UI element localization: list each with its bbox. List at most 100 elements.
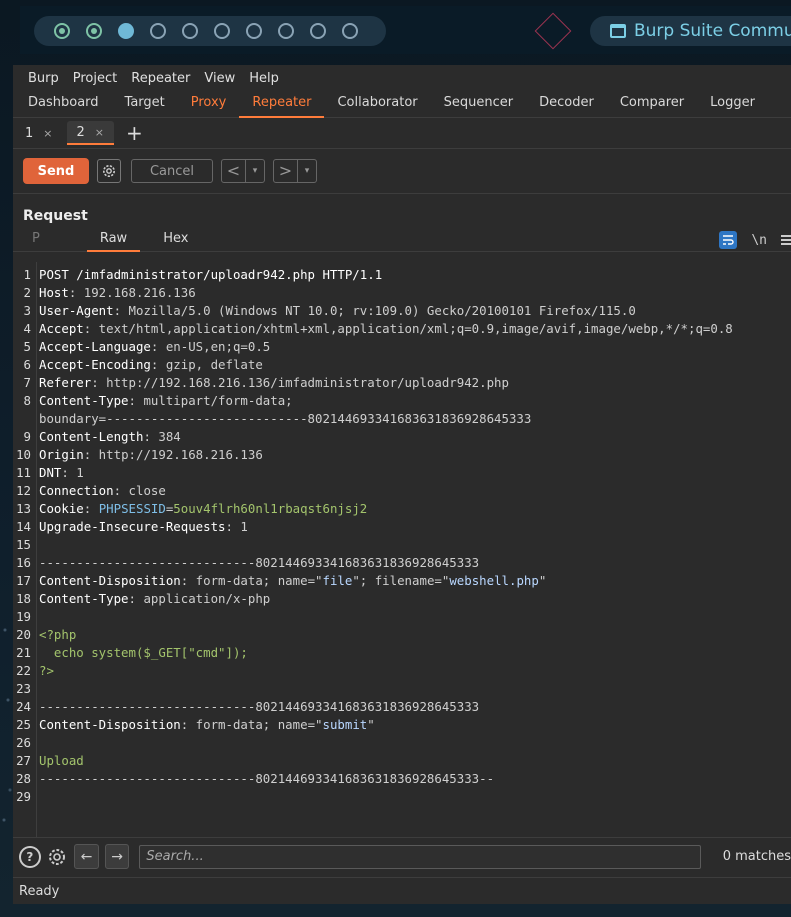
- repeater-tab-1[interactable]: 1 ×: [15, 121, 63, 145]
- workspace-indicator[interactable]: [86, 23, 102, 39]
- code-token: -----------------------------80214469334…: [39, 771, 495, 786]
- code-token: : en-US,en;q=0.5: [150, 339, 271, 354]
- menu-item-burp[interactable]: Burp: [21, 71, 66, 86]
- menu-item-view[interactable]: View: [197, 71, 242, 86]
- request-editor[interactable]: 1 POST /imfadministrator/uploadr942.php H…: [13, 262, 791, 837]
- cancel-button[interactable]: Cancel: [131, 159, 213, 183]
- search-input[interactable]: [146, 849, 700, 864]
- tab-logger[interactable]: Logger: [697, 91, 768, 117]
- search-settings-button[interactable]: [47, 846, 69, 868]
- code-token: POST /imfadministrator/uploadr942.php HT…: [39, 267, 383, 282]
- line-number: 1: [23, 267, 31, 282]
- code-token: Cookie: [39, 501, 84, 516]
- word-wrap-toggle[interactable]: [719, 231, 738, 249]
- code-token: "; filename=": [352, 573, 450, 588]
- line-content: Content-Length: 384: [39, 428, 181, 446]
- tab-proxy[interactable]: Proxy: [178, 91, 240, 117]
- status-text: Ready: [19, 883, 60, 899]
- line-number: 13: [16, 501, 31, 516]
- repeater-tab-2[interactable]: 2 ×: [66, 121, 114, 145]
- send-button[interactable]: Send: [23, 158, 89, 184]
- line-number: 18: [16, 591, 31, 606]
- line-content: Cookie: PHPSESSID=5ouv4flrh60nl1rbaqst6n…: [39, 500, 367, 518]
- line-number: 20: [16, 627, 31, 642]
- workspace-indicator[interactable]: [150, 23, 166, 39]
- add-tab-button[interactable]: +: [118, 123, 151, 143]
- tab-target[interactable]: Target: [112, 91, 178, 117]
- menu-item-help[interactable]: Help: [242, 71, 286, 86]
- workspace-indicator[interactable]: [310, 23, 326, 39]
- code-token: : form-data; name=": [180, 573, 323, 588]
- repeater-tab-label: 2: [76, 124, 85, 140]
- close-icon[interactable]: ×: [43, 127, 52, 140]
- line-content: Accept: text/html,application/xhtml+xml,…: [39, 320, 733, 338]
- code-token: Upgrade-Insecure-Requests: [39, 519, 226, 534]
- help-button[interactable]: ?: [19, 845, 41, 868]
- line-number: 28: [16, 771, 31, 786]
- tab-raw[interactable]: Raw: [86, 228, 141, 252]
- code-token: -----------------------------80214469334…: [39, 555, 480, 570]
- settings-button[interactable]: [97, 159, 121, 183]
- line-number: 10: [16, 447, 31, 462]
- line-number: 3: [23, 303, 31, 318]
- request-line: boundary=---------------------------8021…: [13, 410, 791, 428]
- menu-item-repeater[interactable]: Repeater: [124, 71, 197, 86]
- next-match-button[interactable]: →: [104, 844, 130, 869]
- chevron-down-icon[interactable]: ▾: [298, 166, 316, 176]
- code-token: User-Agent: [39, 303, 114, 318]
- view-options: \n: [719, 228, 791, 252]
- tab-hex[interactable]: Hex: [150, 228, 201, 252]
- code-token: Content-Length: [39, 429, 144, 444]
- request-line: 11 DNT: 1: [13, 464, 791, 482]
- request-line: 22 ?>: [13, 662, 791, 680]
- line-content: Connection: close: [39, 482, 166, 500]
- code-token: Accept: [39, 321, 84, 336]
- line-content: Origin: http://192.168.216.136: [39, 446, 263, 464]
- tab-pretty[interactable]: P: [19, 228, 53, 252]
- request-line: 4 Accept: text/html,application/xhtml+xml…: [13, 320, 791, 338]
- tab-decoder[interactable]: Decoder: [526, 91, 607, 117]
- close-icon[interactable]: ×: [95, 126, 104, 139]
- tab-sequencer[interactable]: Sequencer: [431, 91, 526, 117]
- menu-item-project[interactable]: Project: [66, 71, 124, 86]
- taskbar-window-button[interactable]: Burp Suite Community Edition: [590, 16, 791, 46]
- request-line: 25 Content-Disposition: form-data; name="…: [13, 716, 791, 734]
- tab-dashboard[interactable]: Dashboard: [15, 91, 112, 117]
- line-number: 23: [16, 681, 31, 696]
- request-line: 15: [13, 536, 791, 554]
- request-line: 19: [13, 608, 791, 626]
- workspace-indicator[interactable]: [278, 23, 294, 39]
- workspace-indicator[interactable]: [118, 23, 134, 39]
- chevron-down-icon[interactable]: ▾: [246, 166, 264, 176]
- line-content: boundary=---------------------------8021…: [39, 410, 531, 428]
- code-token: file: [322, 573, 353, 588]
- request-line: 5 Accept-Language: en-US,en;q=0.5: [13, 338, 791, 356]
- tab-repeater[interactable]: Repeater: [239, 91, 325, 118]
- line-content: Host: 192.168.216.136: [39, 284, 196, 302]
- line-number: 5: [23, 339, 31, 354]
- chevron-right-icon: >: [274, 160, 298, 182]
- code-token: Content-Disposition: [39, 717, 181, 732]
- show-newlines-toggle[interactable]: \n: [751, 233, 767, 248]
- line-number: 8: [23, 393, 31, 408]
- code-token: Content-Type: [39, 393, 129, 408]
- workspace-indicator[interactable]: [214, 23, 230, 39]
- tab-comparer[interactable]: Comparer: [607, 91, 697, 117]
- request-line: 29: [13, 788, 791, 806]
- forward-button[interactable]: > ▾: [273, 159, 317, 183]
- line-content: Upgrade-Insecure-Requests: 1: [39, 518, 248, 536]
- tab-collaborator[interactable]: Collaborator: [324, 91, 430, 117]
- workspace-indicator[interactable]: [182, 23, 198, 39]
- line-number: 24: [16, 699, 31, 714]
- workspace-indicator[interactable]: [246, 23, 262, 39]
- arrow-right-icon: →: [111, 848, 123, 865]
- back-button[interactable]: < ▾: [221, 159, 265, 183]
- line-number: 6: [23, 357, 31, 372]
- code-token: Content-Type: [39, 591, 129, 606]
- workspace-indicator[interactable]: [54, 23, 70, 39]
- menu-icon[interactable]: [781, 235, 791, 245]
- previous-match-button[interactable]: ←: [74, 844, 99, 869]
- request-line: 20 <?php: [13, 626, 791, 644]
- request-line: 8 Content-Type: multipart/form-data;: [13, 392, 791, 410]
- workspace-indicator[interactable]: [342, 23, 358, 39]
